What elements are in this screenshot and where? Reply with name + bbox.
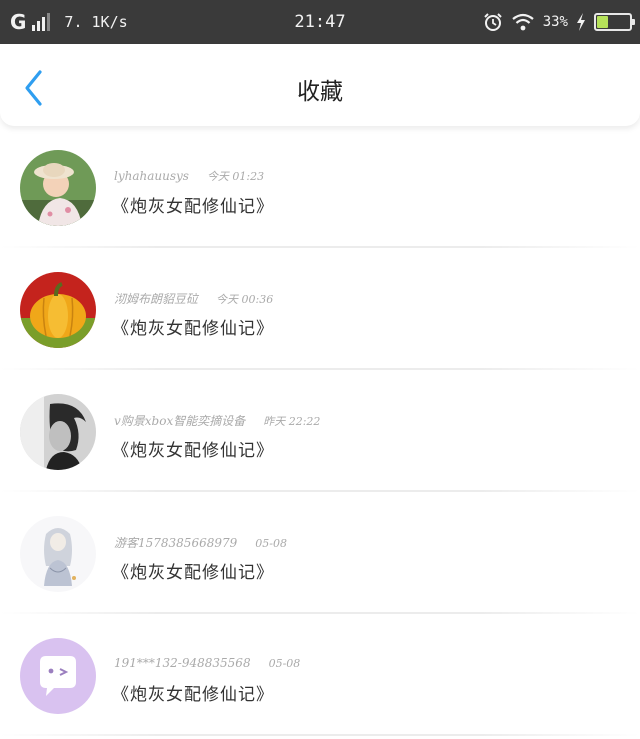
anime-sketch-avatar [20,516,96,592]
avatar[interactable] [20,394,96,470]
timestamp: 今天 00:36 [216,293,274,306]
list-item[interactable]: v购景xbox智能奕摘设备 昨天 22:22 《炮灰女配修仙记》 [0,370,640,492]
item-meta: 191***132-948835568 05-08 [114,656,300,670]
username: 游客1578385668979 [114,536,238,550]
list-item[interactable]: 191***132-948835568 05-08 《炮灰女配修仙记》 [0,614,640,736]
list-item[interactable]: lyhahauusys 今天 01:23 《炮灰女配修仙记》 [0,126,640,248]
item-meta: lyhahauusys 今天 01:23 [114,168,264,184]
book-title: 《炮灰女配修仙记》 [112,197,274,217]
chat-bubble-avatar [20,638,96,714]
charge-icon [577,13,585,31]
item-meta: 沏姆布朗貂豆砬 今天 00:36 [114,290,273,307]
favorites-list: lyhahauusys 今天 01:23 《炮灰女配修仙记》 沏姆布朗貂豆砬 今天 … [0,126,640,736]
battery-icon [594,13,635,31]
book-title: 《炮灰女配修仙记》 [112,563,274,583]
avatar[interactable] [20,150,96,226]
item-meta: v购景xbox智能奕摘设备 昨天 22:22 [114,412,320,429]
nav-header: 收藏 [0,44,640,126]
username: 沏姆布朗貂豆砬 [114,292,199,306]
item-meta: 游客1578385668979 05-08 [114,534,287,551]
boy-photo-avatar [20,394,96,470]
pumpkin-avatar [20,272,96,348]
book-title: 《炮灰女配修仙记》 [112,319,274,339]
username: lyhahauusys [114,169,189,183]
list-item[interactable]: 沏姆布朗貂豆砬 今天 00:36 《炮灰女配修仙记》 [0,248,640,370]
battery-percent: 33% [542,14,568,30]
book-title: 《炮灰女配修仙记》 [112,441,274,461]
battery-level-fill [597,16,609,28]
timestamp: 05-08 [268,657,301,670]
status-bar: G 7. 1K/s 21:47 33% [0,0,640,44]
status-right: 33% [483,0,635,44]
username: 191***132-948835568 [114,656,251,670]
avatar[interactable] [20,272,96,348]
book-title: 《炮灰女配修仙记》 [112,685,274,705]
avatar[interactable] [20,516,96,592]
timestamp: 05-08 [255,537,287,550]
girl-photo-avatar [20,150,96,226]
wifi-icon [512,13,534,31]
divider [0,734,640,736]
username: v购景xbox智能奕摘设备 [114,414,246,428]
timestamp: 今天 01:23 [206,170,265,183]
list-item[interactable]: 游客1578385668979 05-08 《炮灰女配修仙记》 [0,492,640,614]
alarm-icon [483,13,502,31]
avatar[interactable] [20,638,96,714]
timestamp: 昨天 22:22 [263,415,321,428]
